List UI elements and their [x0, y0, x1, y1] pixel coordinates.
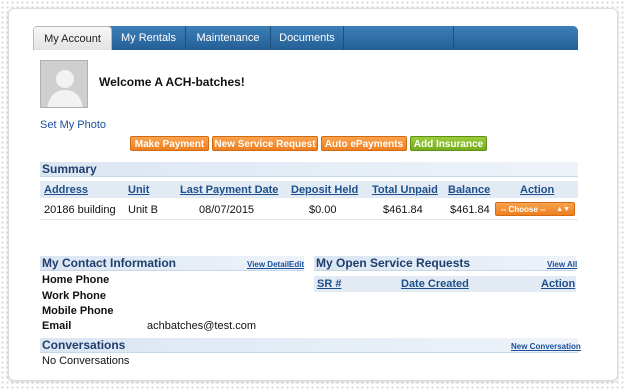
- avatar: [40, 60, 88, 108]
- service-requests-heading: My Open Service Requests: [314, 256, 576, 271]
- auto-epayments-button[interactable]: Auto ePayments: [321, 136, 407, 151]
- summary-heading: Summary: [40, 162, 578, 177]
- col-last-payment-date[interactable]: Last Payment Date: [180, 184, 278, 196]
- add-insurance-button[interactable]: Add Insurance: [410, 136, 487, 151]
- row-divider: [40, 219, 578, 220]
- col-action[interactable]: Action: [520, 184, 554, 196]
- no-conversations-text: No Conversations: [42, 355, 130, 367]
- work-phone-label: Work Phone: [42, 290, 106, 302]
- cell-balance: $461.84: [450, 204, 490, 216]
- action-select[interactable]: -- Choose -- ▲▼: [495, 202, 575, 216]
- col-unit[interactable]: Unit: [128, 184, 149, 196]
- conversations-heading: Conversations: [40, 338, 578, 353]
- cell-unit: Unit B: [128, 204, 158, 216]
- tab-bar: My Account My Rentals Maintenance Docume…: [33, 26, 578, 50]
- tab-empty-2: [454, 26, 578, 50]
- tab-documents[interactable]: Documents: [271, 26, 344, 50]
- select-arrows-icon: ▲▼: [556, 206, 570, 213]
- email-label: Email: [42, 320, 72, 332]
- col-total-unpaid[interactable]: Total Unpaid: [372, 184, 438, 196]
- col-sr-action[interactable]: Action: [541, 278, 575, 290]
- welcome-message: Welcome A ACH-batches!: [99, 75, 245, 89]
- home-phone-label: Home Phone: [42, 274, 110, 286]
- view-detail-link[interactable]: View Detail: [247, 260, 289, 269]
- tab-my-rentals[interactable]: My Rentals: [112, 26, 186, 50]
- col-deposit-held[interactable]: Deposit Held: [291, 184, 358, 196]
- cell-address: 20186 building: [44, 204, 116, 216]
- view-all-link[interactable]: View All: [547, 260, 577, 269]
- col-sr-number[interactable]: SR #: [317, 278, 341, 290]
- cell-deposit-held: $0.00: [309, 204, 337, 216]
- edit-contact-link[interactable]: Edit: [289, 260, 304, 269]
- new-service-request-button[interactable]: New Service Request: [212, 136, 318, 151]
- action-select-value: -- Choose --: [501, 205, 546, 214]
- make-payment-button[interactable]: Make Payment: [130, 136, 209, 151]
- new-conversation-link[interactable]: New Conversation: [511, 342, 581, 351]
- email-value: achbatches@test.com: [147, 320, 256, 332]
- col-date-created[interactable]: Date Created: [401, 278, 469, 290]
- mobile-phone-label: Mobile Phone: [42, 305, 114, 317]
- tab-empty-1: [344, 26, 454, 50]
- cell-total-unpaid: $461.84: [383, 204, 423, 216]
- set-photo-link[interactable]: Set My Photo: [40, 119, 106, 131]
- user-silhouette-icon: [41, 61, 87, 107]
- tab-my-account[interactable]: My Account: [33, 26, 112, 50]
- col-balance[interactable]: Balance: [448, 184, 490, 196]
- col-address[interactable]: Address: [44, 184, 88, 196]
- tab-maintenance[interactable]: Maintenance: [186, 26, 271, 50]
- action-buttons: Make Payment New Service Request Auto eP…: [0, 136, 626, 151]
- cell-last-payment-date: 08/07/2015: [199, 204, 255, 216]
